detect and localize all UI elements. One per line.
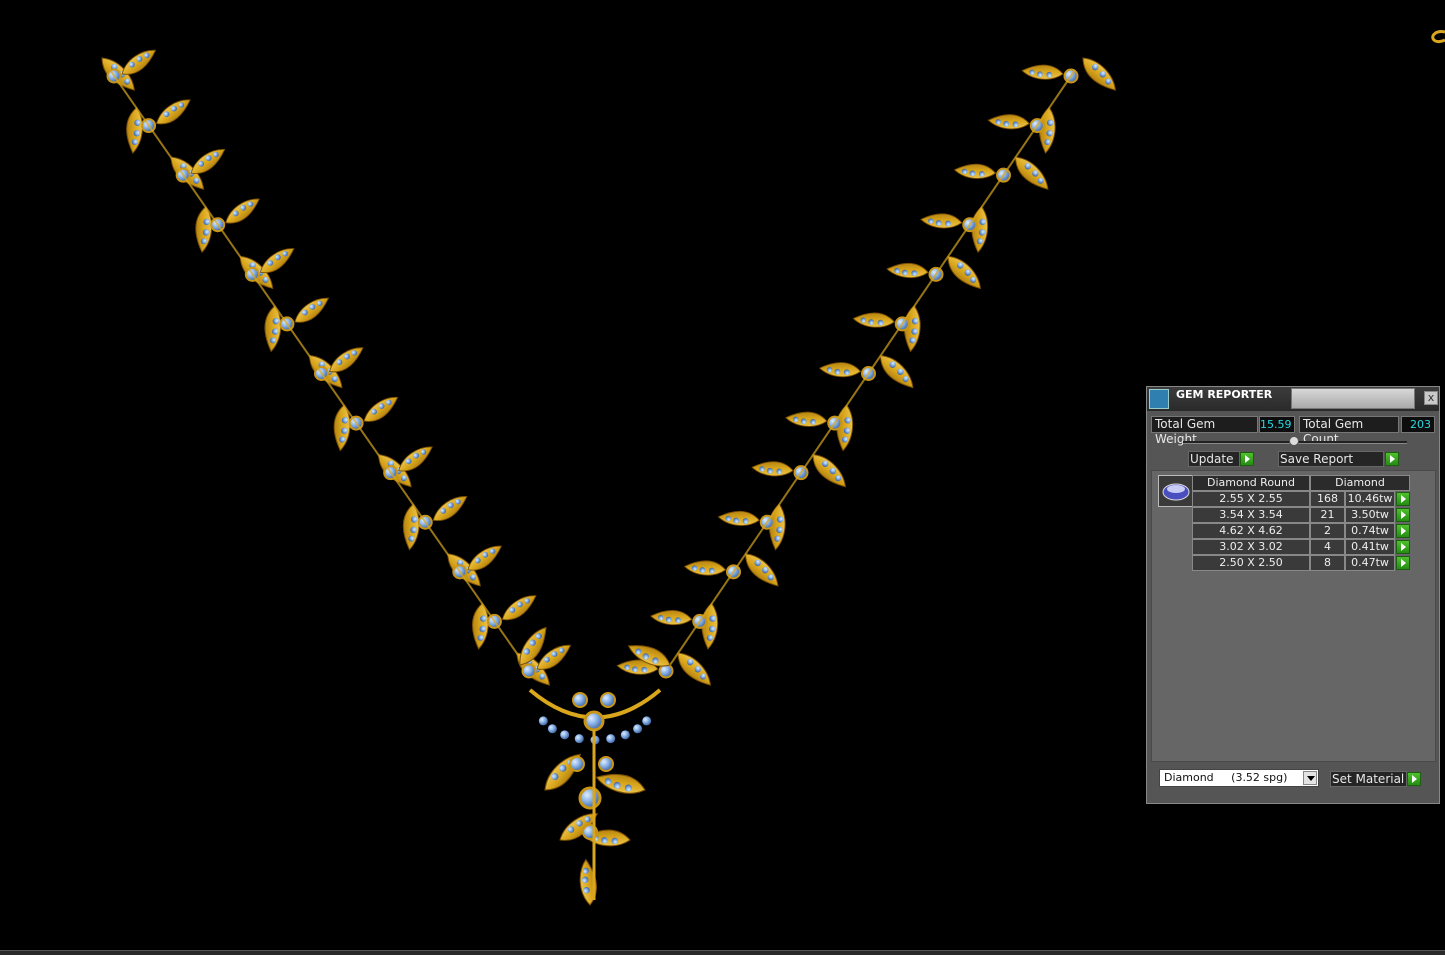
ornament-fragment [1431, 30, 1445, 44]
row-count: 8 [1310, 555, 1345, 571]
panel-title: GEM REPORTER [1176, 388, 1273, 401]
row-weight: 0.74tw [1345, 523, 1395, 539]
total-gem-count-label: Total Gem Count [1299, 416, 1399, 446]
row-weight: 0.41tw [1345, 539, 1395, 555]
panel-titlebar[interactable]: GEM REPORTER x [1147, 387, 1439, 411]
row-count: 168 [1310, 491, 1345, 507]
row-count: 4 [1310, 539, 1345, 555]
material-dropdown[interactable]: Diamond (3.52 spg) [1159, 769, 1319, 787]
green-arrow-icon[interactable] [1396, 508, 1410, 522]
green-arrow-icon[interactable] [1407, 772, 1421, 786]
gem-reporter-app-icon [1149, 389, 1169, 409]
slider-thumb[interactable] [1289, 436, 1299, 446]
row-weight: 0.47tw [1345, 555, 1395, 571]
gem-reporter-panel: GEM REPORTER x Total Gem Weight 15.59 To… [1146, 386, 1440, 804]
row-weight: 10.46tw [1345, 491, 1395, 507]
total-gem-weight-label: Total Gem Weight [1151, 416, 1258, 446]
close-icon[interactable]: x [1424, 391, 1438, 405]
row-weight: 3.50tw [1345, 507, 1395, 523]
green-arrow-icon[interactable] [1396, 492, 1410, 506]
row-size: 2.50 X 2.50 [1192, 555, 1310, 571]
row-size: 3.54 X 3.54 [1192, 507, 1310, 523]
status-strip [0, 950, 1445, 955]
row-count: 2 [1310, 523, 1345, 539]
round-gem-icon [1162, 483, 1190, 501]
green-arrow-icon[interactable] [1396, 556, 1410, 570]
table-header-shape: Diamond Round [1192, 475, 1310, 491]
save-report-button[interactable]: Save Report [1278, 451, 1384, 467]
title-bar-fill [1291, 388, 1415, 409]
green-arrow-icon[interactable] [1396, 540, 1410, 554]
material-dropdown-value: Diamond (3.52 spg) [1164, 771, 1288, 784]
gem-shape-thumbnail[interactable] [1158, 475, 1194, 507]
table-header-material: Diamond [1310, 475, 1410, 491]
row-size: 4.62 X 4.62 [1192, 523, 1310, 539]
total-gem-weight-value: 15.59 [1259, 416, 1295, 433]
total-gem-count-value: 203 [1401, 416, 1435, 433]
update-button[interactable]: Update [1188, 451, 1240, 467]
green-arrow-icon[interactable] [1240, 452, 1254, 466]
green-arrow-icon[interactable] [1385, 452, 1399, 466]
chevron-down-icon[interactable] [1303, 771, 1317, 785]
green-arrow-icon[interactable] [1396, 524, 1410, 538]
row-size: 2.55 X 2.55 [1192, 491, 1310, 507]
gem-list: Diamond Round Diamond 2.55 X 2.55 168 10… [1151, 470, 1436, 762]
set-material-button[interactable]: Set Material [1330, 771, 1407, 787]
row-size: 3.02 X 3.02 [1192, 539, 1310, 555]
row-count: 21 [1310, 507, 1345, 523]
